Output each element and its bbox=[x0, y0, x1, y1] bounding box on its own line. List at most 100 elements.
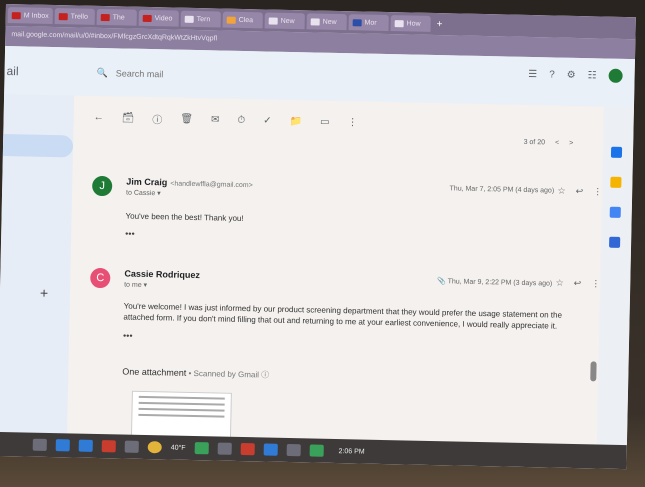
reply-icon[interactable]: ↩ bbox=[574, 278, 582, 289]
message-body: You've been the best! Thank you! bbox=[125, 211, 244, 224]
tasks-icon[interactable] bbox=[609, 206, 621, 218]
reply-icon[interactable]: ↩ bbox=[576, 186, 584, 197]
nav-item-inbox[interactable] bbox=[2, 133, 74, 158]
tab-tern[interactable]: Tern bbox=[180, 10, 221, 28]
show-trimmed-button[interactable]: ••• bbox=[123, 331, 133, 341]
tray-icon[interactable] bbox=[286, 443, 301, 457]
sender-name: Jim Craig <handlewffla@gmail.com> bbox=[126, 176, 253, 190]
recipient-dropdown[interactable]: to me ▾ bbox=[124, 281, 147, 289]
youtube-icon bbox=[58, 12, 68, 20]
browser-icon[interactable] bbox=[78, 439, 93, 452]
star-icon[interactable]: ☆ bbox=[557, 186, 565, 197]
settings-icon[interactable]: ⚙ bbox=[567, 69, 576, 80]
tab-clea[interactable]: Clea bbox=[222, 11, 263, 29]
header-actions: ☰ ? ⚙ ☷ bbox=[528, 67, 623, 83]
tray-icon[interactable] bbox=[217, 442, 232, 455]
add-task-icon[interactable]: ✓ bbox=[263, 115, 272, 126]
show-trimmed-button[interactable]: ••• bbox=[125, 229, 135, 239]
attachment-clip-icon: 📎 bbox=[436, 278, 448, 286]
star-icon[interactable]: ☆ bbox=[556, 278, 564, 289]
snooze-icon[interactable]: ⏱ bbox=[237, 114, 245, 125]
filter-icon[interactable]: ☰ bbox=[528, 68, 537, 79]
gmail-icon bbox=[11, 11, 21, 19]
task-view-icon[interactable] bbox=[32, 438, 47, 451]
google-icon bbox=[268, 17, 278, 25]
search-bar[interactable]: 🔍 bbox=[96, 62, 476, 92]
doc-line bbox=[138, 395, 225, 400]
more-icon[interactable]: ⋮ bbox=[591, 278, 600, 289]
search-icon[interactable]: 🔍 bbox=[96, 67, 107, 78]
tab-how[interactable]: How bbox=[390, 15, 431, 32]
tab-trello[interactable]: Trello bbox=[54, 8, 95, 25]
message-actions: ☆ ↩ ⋮ bbox=[557, 186, 602, 198]
move-to-icon[interactable]: 📁 bbox=[289, 115, 302, 126]
back-arrow-icon[interactable]: ← bbox=[94, 111, 104, 122]
url-text: mail.google.com/mail/u/0/#inbox/FMfcgzGr… bbox=[11, 31, 218, 43]
tab-new-1[interactable]: New bbox=[264, 12, 305, 30]
timestamp: Thu, Mar 7, 2:05 PM (4 days ago) bbox=[449, 185, 555, 195]
outlook-icon bbox=[352, 18, 362, 26]
chevron-up-icon[interactable] bbox=[124, 440, 139, 453]
contacts-icon[interactable] bbox=[609, 236, 621, 248]
sender-name: Cassie Rodriquez bbox=[124, 268, 201, 281]
recipient-dropdown[interactable]: to Cassie ▾ bbox=[126, 189, 161, 198]
report-spam-icon[interactable]: ⓘ bbox=[152, 111, 162, 126]
prev-page-button[interactable]: < bbox=[555, 140, 559, 147]
sender-avatar: J bbox=[92, 175, 113, 197]
calendar-icon[interactable] bbox=[610, 146, 623, 158]
google-icon bbox=[184, 15, 194, 23]
archive-icon[interactable]: 🗃 bbox=[122, 112, 135, 123]
label-icon[interactable]: ▭ bbox=[320, 116, 330, 127]
youtube-icon bbox=[100, 13, 110, 21]
more-icon[interactable]: ⋮ bbox=[593, 186, 602, 197]
account-avatar[interactable] bbox=[608, 68, 623, 83]
doc-line bbox=[138, 413, 225, 418]
tab-inbox[interactable]: M Inbox bbox=[7, 7, 53, 24]
temperature: 40°F bbox=[170, 444, 186, 452]
sender-email: <handlewffla@gmail.com> bbox=[170, 180, 253, 190]
youtube-icon bbox=[142, 14, 152, 22]
tray-icon[interactable] bbox=[263, 443, 278, 456]
scanned-note: • Scanned by Gmail ⓘ bbox=[186, 368, 270, 380]
timestamp: 📎 Thu, Mar 9, 2:22 PM (3 days ago) bbox=[436, 278, 553, 288]
tab-new-2[interactable]: New bbox=[306, 13, 347, 31]
new-tab-button[interactable]: + bbox=[432, 16, 446, 32]
pagination: 3 of 20 < > bbox=[524, 139, 574, 147]
message-actions: ☆ ↩ ⋮ bbox=[556, 278, 601, 290]
google-icon bbox=[394, 19, 404, 27]
mark-unread-icon[interactable]: ✉ bbox=[211, 114, 220, 125]
sender-avatar: C bbox=[90, 267, 111, 289]
tray-icon[interactable] bbox=[240, 443, 255, 456]
add-label-icon[interactable]: + bbox=[40, 285, 49, 301]
tab-video[interactable]: Video bbox=[138, 9, 179, 27]
apps-grid-icon[interactable]: ☷ bbox=[588, 70, 597, 81]
message-body: You're welcome! I was just informed by o… bbox=[123, 301, 563, 331]
edge-icon[interactable] bbox=[55, 439, 70, 452]
delete-icon[interactable]: 🗑 bbox=[180, 113, 193, 124]
google-icon bbox=[310, 17, 320, 26]
doc-line bbox=[138, 401, 225, 406]
browser-window: M Inbox Trello The Video Tern Clea New N… bbox=[0, 4, 636, 470]
tab-the[interactable]: The bbox=[96, 8, 137, 26]
tray-icon[interactable] bbox=[194, 442, 209, 455]
more-options-icon[interactable]: ⋮ bbox=[347, 117, 357, 128]
next-page-button[interactable]: > bbox=[569, 140, 573, 147]
help-icon[interactable]: ? bbox=[549, 69, 555, 80]
keep-icon[interactable] bbox=[610, 176, 622, 188]
scrollbar-thumb[interactable] bbox=[590, 361, 597, 382]
office-icon bbox=[226, 16, 236, 24]
message-toolbar: ← 🗃 ⓘ 🗑 ✉ ⏱ ✓ 📁 ▭ ⋮ bbox=[93, 106, 583, 138]
gmail-logo-text: ail bbox=[6, 64, 19, 79]
message-jim[interactable]: J Jim Craig <handlewffla@gmail.com> to Ca… bbox=[91, 175, 602, 257]
tab-mor[interactable]: Mor bbox=[348, 14, 389, 32]
tray-icon[interactable] bbox=[309, 444, 324, 457]
weather-icon[interactable] bbox=[147, 441, 162, 454]
attachment-header: One attachment • Scanned by Gmail ⓘ bbox=[122, 366, 270, 380]
search-input[interactable] bbox=[115, 68, 316, 83]
doc-line bbox=[138, 407, 225, 412]
chrome-icon[interactable] bbox=[101, 440, 116, 453]
system-clock[interactable]: 2:06 PM bbox=[339, 448, 365, 456]
left-nav: + bbox=[0, 93, 75, 436]
page-range: 3 of 20 bbox=[523, 138, 546, 147]
message-cassie[interactable]: C Cassie Rodriquez to me ▾ 📎 Thu, Mar 9,… bbox=[89, 267, 601, 359]
